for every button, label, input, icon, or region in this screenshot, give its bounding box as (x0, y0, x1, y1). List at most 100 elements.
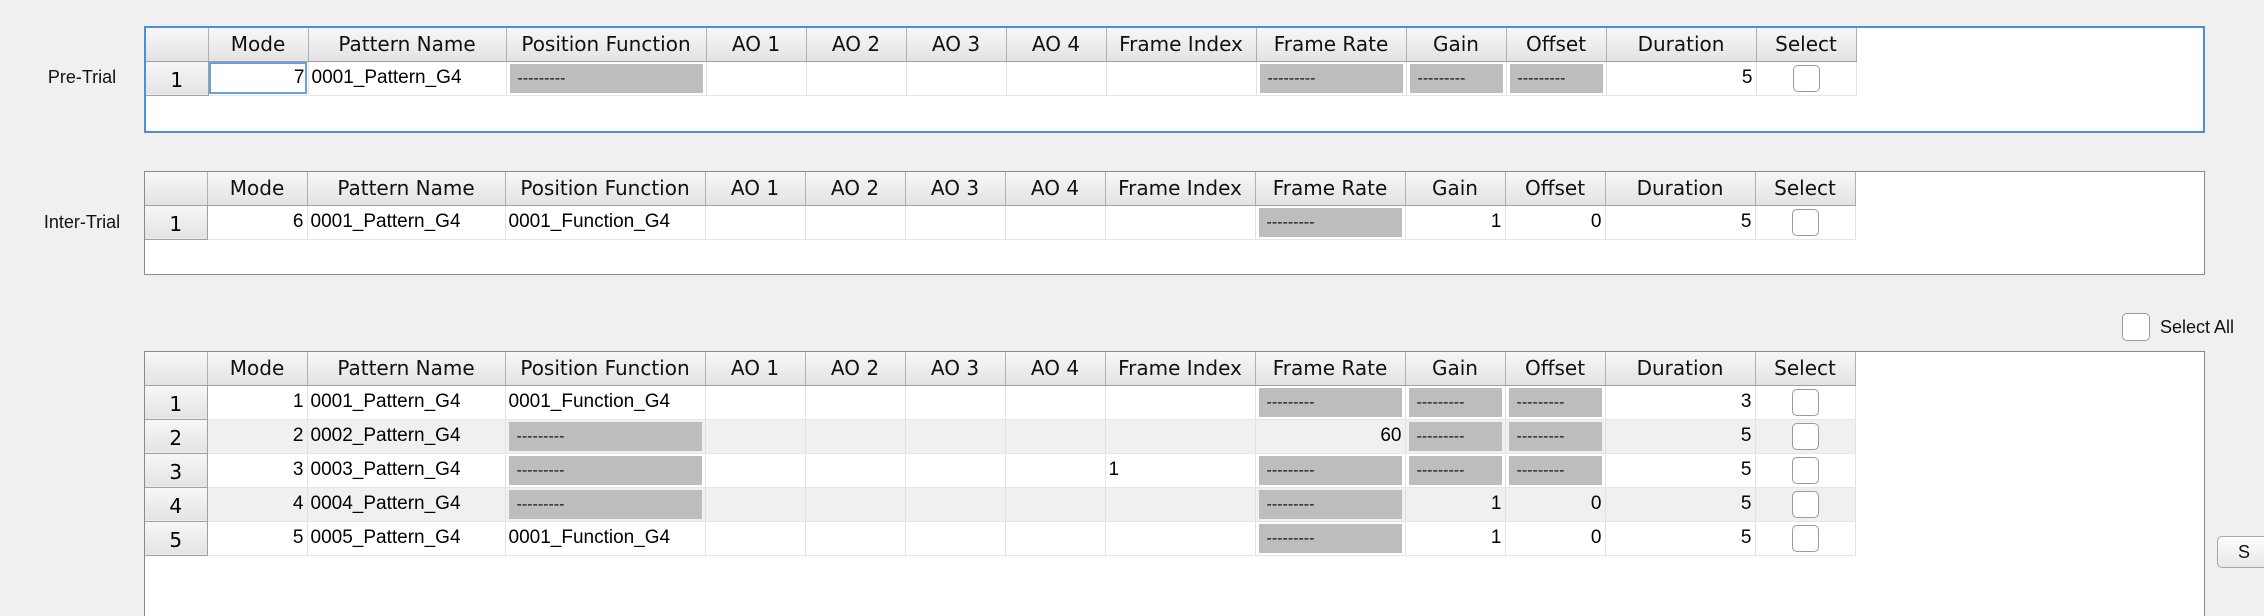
header-duration[interactable]: Duration (1605, 172, 1756, 206)
cell-duration[interactable]: 5 (1605, 521, 1756, 556)
cell-mode[interactable]: 3 (207, 453, 308, 488)
header-pattern-name[interactable]: Pattern Name (308, 28, 507, 62)
cell-gain[interactable]: --------- (1405, 419, 1506, 454)
cell-gain[interactable]: --------- (1406, 61, 1507, 96)
header-ao1[interactable]: AO 1 (706, 28, 807, 62)
cell-ao1[interactable] (705, 205, 806, 240)
header-ao2[interactable]: AO 2 (805, 352, 906, 386)
table-row[interactable]: 2 2 0002_Pattern_G4 --------- 60 -------… (145, 419, 1856, 454)
cell-ao2[interactable] (805, 419, 906, 454)
header-position-function[interactable]: Position Function (505, 352, 706, 386)
cell-frame-rate[interactable]: --------- (1255, 453, 1406, 488)
cell-frame-rate[interactable]: 60 (1255, 419, 1406, 454)
table-row[interactable]: 1 7 0001_Pattern_G4 --------- --------- … (146, 61, 1857, 96)
cell-frame-index[interactable]: 1 (1105, 453, 1256, 488)
header-duration[interactable]: Duration (1605, 352, 1756, 386)
header-ao2[interactable]: AO 2 (805, 172, 906, 206)
cell-select[interactable] (1755, 419, 1856, 454)
select-checkbox[interactable] (1792, 64, 1820, 92)
cell-pattern-name[interactable]: 0001_Pattern_G4 (307, 205, 506, 240)
cell-position-function[interactable]: 0001_Function_G4 (505, 205, 706, 240)
cell-pattern-name[interactable]: 0002_Pattern_G4 (307, 419, 506, 454)
header-gain[interactable]: Gain (1405, 352, 1506, 386)
cell-position-function[interactable]: --------- (506, 61, 707, 96)
cell-ao1[interactable] (705, 487, 806, 522)
cell-ao4[interactable] (1005, 385, 1106, 420)
header-select[interactable]: Select (1756, 28, 1857, 62)
cell-pattern-name[interactable]: 0001_Pattern_G4 (307, 385, 506, 420)
cell-ao1[interactable] (705, 385, 806, 420)
side-button[interactable]: S (2217, 536, 2264, 568)
cell-ao1[interactable] (705, 521, 806, 556)
cell-gain[interactable]: --------- (1405, 385, 1506, 420)
header-ao3[interactable]: AO 3 (905, 352, 1006, 386)
cell-ao2[interactable] (805, 205, 906, 240)
header-offset[interactable]: Offset (1505, 172, 1606, 206)
header-frame-index[interactable]: Frame Index (1106, 28, 1257, 62)
cell-frame-rate[interactable]: --------- (1255, 385, 1406, 420)
cell-position-function[interactable]: --------- (505, 487, 706, 522)
cell-select[interactable] (1755, 385, 1856, 420)
cell-position-function[interactable]: 0001_Function_G4 (505, 385, 706, 420)
cell-position-function[interactable]: 0001_Function_G4 (505, 521, 706, 556)
cell-duration[interactable]: 5 (1605, 453, 1756, 488)
cell-ao1[interactable] (706, 61, 807, 96)
header-position-function[interactable]: Position Function (506, 28, 707, 62)
cell-offset[interactable]: --------- (1506, 61, 1607, 96)
table-row[interactable]: 5 5 0005_Pattern_G4 0001_Function_G4 ---… (145, 521, 1856, 556)
cell-pattern-name[interactable]: 0001_Pattern_G4 (308, 61, 507, 96)
cell-ao1[interactable] (705, 453, 806, 488)
header-mode[interactable]: Mode (208, 28, 309, 62)
cell-select[interactable] (1755, 487, 1856, 522)
cell-select[interactable] (1756, 61, 1857, 96)
cell-position-function[interactable]: --------- (505, 453, 706, 488)
cell-ao3[interactable] (905, 487, 1006, 522)
header-ao1[interactable]: AO 1 (705, 352, 806, 386)
cell-frame-rate[interactable]: --------- (1255, 205, 1406, 240)
cell-ao2[interactable] (805, 521, 906, 556)
cell-offset[interactable]: 0 (1505, 205, 1606, 240)
header-gain[interactable]: Gain (1406, 28, 1507, 62)
cell-ao4[interactable] (1005, 419, 1106, 454)
select-checkbox[interactable] (1791, 388, 1819, 416)
table-row[interactable]: 4 4 0004_Pattern_G4 --------- --------- … (145, 487, 1856, 522)
header-frame-rate[interactable]: Frame Rate (1255, 172, 1406, 206)
header-select[interactable]: Select (1755, 352, 1856, 386)
cell-gain[interactable]: 1 (1405, 521, 1506, 556)
select-checkbox[interactable] (1791, 490, 1819, 518)
table-row[interactable]: 3 3 0003_Pattern_G4 --------- 1 --------… (145, 453, 1856, 488)
cell-ao3[interactable] (905, 453, 1006, 488)
cell-frame-index[interactable] (1105, 521, 1256, 556)
pretrial-table[interactable]: Mode Pattern Name Position Function AO 1… (144, 26, 2205, 133)
select-checkbox[interactable] (1791, 456, 1819, 484)
row-number[interactable]: 2 (145, 419, 208, 454)
header-pattern-name[interactable]: Pattern Name (307, 352, 506, 386)
cell-position-function[interactable]: --------- (505, 419, 706, 454)
header-mode[interactable]: Mode (207, 172, 308, 206)
header-ao1[interactable]: AO 1 (705, 172, 806, 206)
cell-ao2[interactable] (805, 385, 906, 420)
header-offset[interactable]: Offset (1506, 28, 1607, 62)
cell-frame-index[interactable] (1105, 487, 1256, 522)
cell-frame-rate[interactable]: --------- (1256, 61, 1407, 96)
cell-offset[interactable]: --------- (1505, 385, 1606, 420)
cell-pattern-name[interactable]: 0004_Pattern_G4 (307, 487, 506, 522)
header-ao3[interactable]: AO 3 (905, 172, 1006, 206)
cell-ao3[interactable] (905, 385, 1006, 420)
cell-duration[interactable]: 5 (1605, 205, 1756, 240)
header-pattern-name[interactable]: Pattern Name (307, 172, 506, 206)
cell-select[interactable] (1755, 521, 1856, 556)
cell-ao4[interactable] (1005, 453, 1106, 488)
row-number[interactable]: 1 (145, 205, 208, 240)
header-frame-index[interactable]: Frame Index (1105, 172, 1256, 206)
cell-ao3[interactable] (905, 521, 1006, 556)
row-number[interactable]: 3 (145, 453, 208, 488)
cell-select[interactable] (1755, 453, 1856, 488)
cell-mode[interactable]: 6 (207, 205, 308, 240)
row-number[interactable]: 1 (146, 61, 209, 96)
cell-ao2[interactable] (805, 487, 906, 522)
select-checkbox[interactable] (1791, 524, 1819, 552)
cell-frame-rate[interactable]: --------- (1255, 487, 1406, 522)
row-number[interactable]: 4 (145, 487, 208, 522)
row-number[interactable]: 5 (145, 521, 208, 556)
